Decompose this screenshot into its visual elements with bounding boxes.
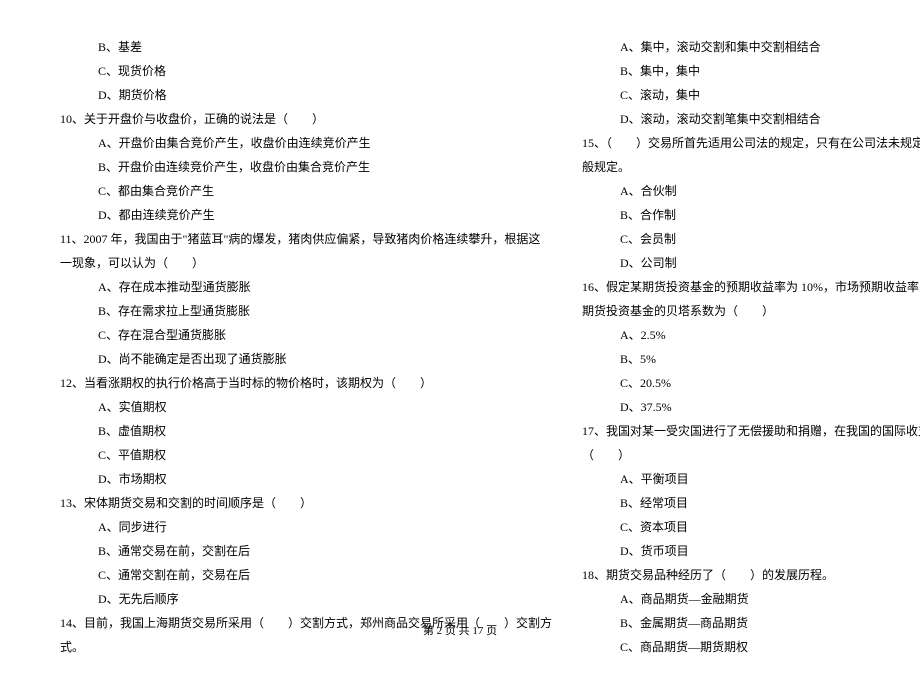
- q15-option-d: D、公司制: [582, 251, 920, 275]
- q16-option-d: D、37.5%: [582, 395, 920, 419]
- q15-cont: 般规定。: [582, 155, 920, 179]
- q13-option-b: B、通常交易在前，交割在后: [60, 539, 552, 563]
- q15-option-b: B、合作制: [582, 203, 920, 227]
- q15-option-c: C、会员制: [582, 227, 920, 251]
- q17-option-a: A、平衡项目: [582, 467, 920, 491]
- q13-option-c: C、通常交割在前，交易在后: [60, 563, 552, 587]
- q15-text: 15、（ ）交易所首先适用公司法的规定，只有在公司法未规定的情况下，才适用民法的…: [582, 131, 920, 155]
- q13-option-a: A、同步进行: [60, 515, 552, 539]
- right-column: A、集中，滚动交割和集中交割相结合 B、集中，集中 C、滚动，集中 D、滚动，滚…: [582, 35, 920, 659]
- q13-option-d: D、无先后顺序: [60, 587, 552, 611]
- q14-option-c: C、滚动，集中: [582, 83, 920, 107]
- q12-option-b: B、虚值期权: [60, 419, 552, 443]
- q10-option-c: C、都由集合竞价产生: [60, 179, 552, 203]
- q18-text: 18、期货交易品种经历了（ ）的发展历程。: [582, 563, 920, 587]
- q11-option-c: C、存在混合型通货膨胀: [60, 323, 552, 347]
- q16-text: 16、假定某期货投资基金的预期收益率为 10%，市场预期收益率为 20%，无风险…: [582, 275, 920, 299]
- q12-text: 12、当看涨期权的执行价格高于当时标的物价格时，该期权为（ ）: [60, 371, 552, 395]
- q12-option-d: D、市场期权: [60, 467, 552, 491]
- q12-option-a: A、实值期权: [60, 395, 552, 419]
- exam-page: B、基差 C、现货价格 D、期货价格 10、关于开盘价与收盘价，正确的说法是（ …: [0, 0, 920, 674]
- q12-option-c: C、平值期权: [60, 443, 552, 467]
- q17-option-d: D、货币项目: [582, 539, 920, 563]
- q17-option-b: B、经常项目: [582, 491, 920, 515]
- q9-option-b: B、基差: [60, 35, 552, 59]
- q11-option-b: B、存在需求拉上型通货膨胀: [60, 299, 552, 323]
- q9-option-d: D、期货价格: [60, 83, 552, 107]
- q16-option-a: A、2.5%: [582, 323, 920, 347]
- q10-option-a: A、开盘价由集合竞价产生，收盘价由连续竞价产生: [60, 131, 552, 155]
- q16-cont: 期货投资基金的贝塔系数为（ ）: [582, 299, 920, 323]
- q11-text: 11、2007 年，我国由于"猪蓝耳"病的爆发，猪肉供应偏紧，导致猪肉价格连续攀…: [60, 227, 552, 251]
- left-column: B、基差 C、现货价格 D、期货价格 10、关于开盘价与收盘价，正确的说法是（ …: [60, 35, 552, 659]
- q11-option-d: D、尚不能确定是否出现了通货膨胀: [60, 347, 552, 371]
- q15-option-a: A、合伙制: [582, 179, 920, 203]
- q10-text: 10、关于开盘价与收盘价，正确的说法是（ ）: [60, 107, 552, 131]
- page-footer: 第 2 页 共 17 页: [0, 622, 920, 638]
- q10-option-b: B、开盘价由连续竞价产生，收盘价由集合竞价产生: [60, 155, 552, 179]
- q17-text: 17、我国对某一受灾国进行了无偿援助和捐赠，在我国的国际收支平衡表中，这笔款项应…: [582, 419, 920, 443]
- q11-cont: 一现象，可以认为（ ）: [60, 251, 552, 275]
- q14-cont: 式。: [60, 635, 552, 659]
- q17-cont: （ ）: [582, 443, 920, 467]
- q14-option-a: A、集中，滚动交割和集中交割相结合: [582, 35, 920, 59]
- q9-option-c: C、现货价格: [60, 59, 552, 83]
- q14-option-d: D、滚动，滚动交割笔集中交割相结合: [582, 107, 920, 131]
- q18-option-a: A、商品期货—金融期货: [582, 587, 920, 611]
- q17-option-c: C、资本项目: [582, 515, 920, 539]
- q16-option-b: B、5%: [582, 347, 920, 371]
- q18-option-c: C、商品期货—期货期权: [582, 635, 920, 659]
- q10-option-d: D、都由连续竞价产生: [60, 203, 552, 227]
- q16-option-c: C、20.5%: [582, 371, 920, 395]
- q11-option-a: A、存在成本推动型通货膨胀: [60, 275, 552, 299]
- q13-text: 13、宋体期货交易和交割的时间顺序是（ ）: [60, 491, 552, 515]
- q14-option-b: B、集中，集中: [582, 59, 920, 83]
